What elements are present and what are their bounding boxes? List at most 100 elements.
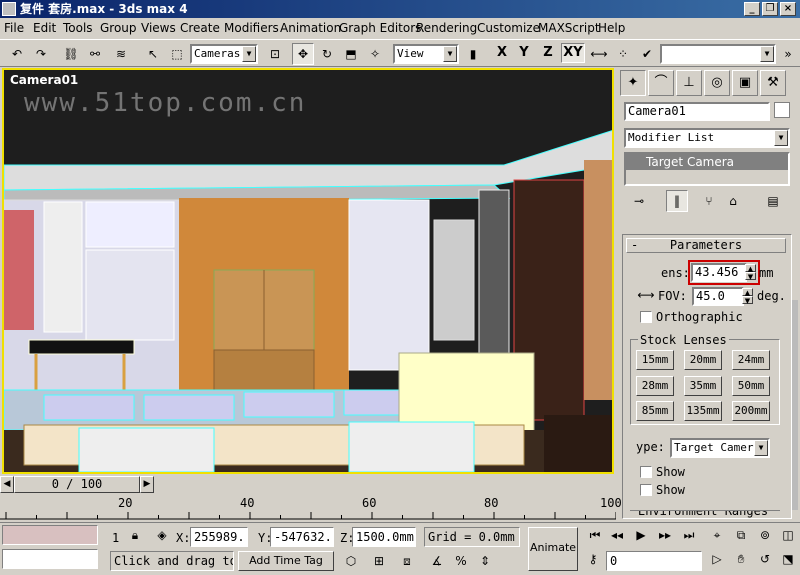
menu-rendering[interactable]: Rendering (416, 21, 477, 35)
undo-icon[interactable]: ↶ (6, 43, 28, 65)
y-coord-field[interactable]: -547632. (270, 527, 334, 547)
play-icon[interactable]: ▶ (630, 525, 652, 545)
zoom-icon[interactable]: ⌖ (706, 525, 728, 545)
lens-135mm-button[interactable]: 135mm (684, 401, 722, 421)
motion-tab-icon[interactable]: ◎ (704, 70, 730, 96)
select-and-link-icon[interactable]: ⛓ (60, 43, 82, 65)
lens-50mm-button[interactable]: 50mm (732, 376, 770, 396)
time-prev-icon[interactable]: ◀ (0, 476, 14, 493)
goto-start-icon[interactable]: ⏮ (584, 525, 606, 545)
menu-graph-editors[interactable]: Graph Editors (339, 21, 421, 35)
snaps-toggle-icon[interactable]: ⧈ (396, 551, 418, 571)
time-slider[interactable]: ◀ 0 / 100 ▶ (0, 476, 616, 494)
menu-customize[interactable]: Customize (477, 21, 540, 35)
restrict-y-button[interactable]: Y (514, 45, 534, 60)
time-next-icon[interactable]: ▶ (140, 476, 154, 493)
fov-field[interactable]: 45.0 (692, 287, 744, 306)
menu-file[interactable]: File (4, 21, 24, 35)
maxscript-input[interactable] (2, 549, 98, 569)
fov-spinner[interactable]: ▲ ▼ (742, 288, 753, 305)
key-mode-icon[interactable]: ⚷ (582, 549, 604, 569)
modifier-list-select[interactable]: Modifier List ▼ (624, 128, 790, 148)
lens-15mm-button[interactable]: 15mm (636, 350, 674, 370)
select-object-icon[interactable]: ↖ (142, 43, 164, 65)
close-icon[interactable]: × (780, 2, 796, 16)
fov-direction-icon[interactable]: ⟷ (636, 286, 656, 304)
toolbar-overflow-icon[interactable]: » (778, 43, 798, 65)
modify-tab-icon[interactable]: ⌒ (648, 70, 674, 96)
unlink-icon[interactable]: ⚯ (84, 43, 106, 65)
app-icon[interactable] (2, 2, 16, 16)
select-and-rotate-icon[interactable]: ↻ (316, 43, 338, 65)
percent-snap-icon[interactable]: % (450, 551, 472, 571)
view-select[interactable]: View ▼ (393, 44, 459, 64)
orthographic-checkbox[interactable] (640, 311, 652, 323)
perspective-icon[interactable]: ◫ (778, 525, 798, 545)
show-cone-checkbox[interactable] (640, 466, 652, 478)
pin-stack-icon[interactable]: ⊸ (628, 190, 650, 212)
named-selection-set[interactable]: ▼ (660, 44, 776, 64)
menu-tools[interactable]: Tools (63, 21, 93, 35)
menu-maxscript[interactable]: MAXScript (538, 21, 600, 35)
restrict-z-button[interactable]: Z (538, 45, 558, 60)
next-frame-icon[interactable]: ▸▸ (654, 525, 676, 545)
object-name-field[interactable]: Camera01 (624, 102, 770, 121)
field-of-view-icon[interactable]: ▷ (706, 549, 728, 569)
absolute-mode-icon[interactable]: ◈ (152, 526, 172, 544)
utilities-tab-icon[interactable]: ⚒ (760, 70, 786, 96)
selection-lock-icon[interactable]: ⊞ (368, 551, 390, 571)
dolly-camera-icon[interactable]: ⊚ (754, 525, 776, 545)
stack-item-target-camera[interactable]: Target Camera (626, 154, 788, 170)
time-slider-thumb[interactable]: 0 / 100 (14, 476, 140, 493)
select-and-move-icon[interactable]: ✥ (292, 43, 314, 65)
lens-28mm-button[interactable]: 28mm (636, 376, 674, 396)
lens-20mm-button[interactable]: 20mm (684, 350, 722, 370)
menu-edit[interactable]: Edit (33, 21, 56, 35)
parameters-rollout-header[interactable]: - Parameters (626, 238, 786, 253)
maximize-viewport-icon[interactable]: ⬔ (778, 549, 798, 569)
maxscript-listener[interactable] (2, 525, 98, 545)
pivot-center-icon[interactable]: ⊡ (264, 43, 286, 65)
selection-region-icon[interactable]: ⬚ (166, 43, 188, 65)
show-end-result-icon[interactable]: ‖ (666, 190, 688, 212)
current-frame-field[interactable]: 0 (606, 551, 702, 571)
redo-icon[interactable]: ↷ (30, 43, 52, 65)
configure-modifier-sets-icon[interactable]: ▤ (762, 190, 784, 212)
track-bar[interactable]: 20 40 60 80 100 (0, 496, 622, 522)
pan-hand-icon[interactable]: ✋︎ (730, 549, 752, 569)
mirror-icon[interactable]: ⟷ (588, 43, 610, 65)
manipulate-icon[interactable]: ✧ (364, 43, 386, 65)
use-pivot-icon[interactable]: ▮ (462, 43, 484, 65)
x-coord-field[interactable]: 255989. (190, 527, 248, 547)
lens-200mm-button[interactable]: 200mm (732, 401, 770, 421)
menu-create[interactable]: Create (180, 21, 220, 35)
menu-views[interactable]: Views (141, 21, 176, 35)
align-icon[interactable]: ✔ (636, 43, 658, 65)
lock-selection-icon[interactable]: 🔒︎ (126, 526, 144, 544)
orbit-camera-icon[interactable]: ↺ (754, 549, 776, 569)
spinner-snap-icon[interactable]: ⇕ (474, 551, 496, 571)
select-and-scale-icon[interactable]: ⬒ (340, 43, 362, 65)
menu-animation[interactable]: Animation (280, 21, 341, 35)
degradation-override-icon[interactable]: ⬡ (340, 551, 362, 571)
menu-help[interactable]: Help (598, 21, 625, 35)
restrict-xy-button[interactable]: XY (561, 43, 585, 63)
title-bar[interactable]: 复件 套房.max - 3ds max 4 _ ❐ × (0, 0, 800, 18)
menu-modifiers[interactable]: Modifiers (224, 21, 279, 35)
reference-coord-select[interactable]: Cameras ▼ (190, 44, 258, 64)
add-time-tag-button[interactable]: Add Time Tag (238, 551, 334, 571)
hierarchy-tab-icon[interactable]: ⊥ (676, 70, 702, 96)
angle-snap-icon[interactable]: ∡ (426, 551, 448, 571)
show-horizon-checkbox[interactable] (640, 484, 652, 496)
menu-group[interactable]: Group (100, 21, 137, 35)
panel-scrollbar[interactable] (792, 300, 798, 510)
restrict-x-button[interactable]: X (492, 45, 512, 60)
remove-modifier-icon[interactable]: ⌂ (722, 190, 744, 212)
create-tab-icon[interactable]: ✦ (620, 70, 646, 96)
lens-24mm-button[interactable]: 24mm (732, 350, 770, 370)
make-unique-icon[interactable]: ⑂ (698, 190, 720, 212)
z-coord-field[interactable]: 1500.0mm (352, 527, 416, 547)
minimize-icon[interactable]: _ (744, 2, 760, 16)
camera-type-select[interactable]: Target Camera ▼ (670, 438, 770, 458)
goto-end-icon[interactable]: ⏭ (678, 525, 700, 545)
